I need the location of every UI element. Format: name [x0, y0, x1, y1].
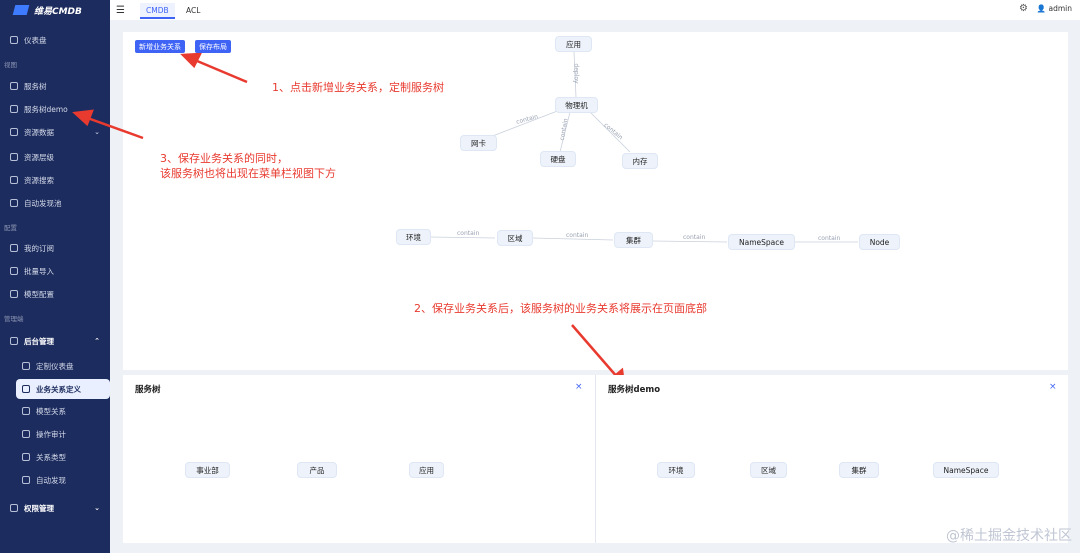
sidebar-item-custom-dashboard[interactable]: 定制仪表盘: [0, 356, 110, 376]
edge-label: contain: [457, 230, 480, 237]
graph-node[interactable]: NameSpace: [728, 234, 795, 250]
settings-icon[interactable]: ⚙: [1019, 3, 1028, 14]
sidebar-item-service-tree[interactable]: 服务树: [0, 76, 110, 96]
app-logo[interactable]: 维易CMDB: [0, 0, 110, 20]
graph-node[interactable]: 环境: [657, 462, 695, 478]
new-relation-button[interactable]: 新增业务关系: [135, 40, 185, 53]
tab-acl[interactable]: ACL: [180, 3, 206, 19]
graph-node[interactable]: 集群: [614, 232, 653, 248]
sidebar-item-backend-admin[interactable]: 后台管理 ⌃: [0, 331, 110, 351]
annotation-step-3-line-2: 该服务树也将出现在菜单栏视图下方: [160, 167, 336, 180]
import-icon: [10, 267, 18, 275]
graph-node[interactable]: 内存: [622, 153, 658, 169]
graph-node[interactable]: Node: [859, 234, 900, 250]
sidebar-item-auto-discovery-pool[interactable]: 自动发现池: [0, 193, 110, 213]
graph-node[interactable]: NameSpace: [933, 462, 999, 478]
logo-icon: [12, 5, 30, 15]
graph-node[interactable]: 集群: [839, 462, 879, 478]
dashboard-icon: [10, 36, 18, 44]
menu-fold-icon[interactable]: ☰: [116, 5, 125, 16]
sidebar-item-resource-hierarchy[interactable]: 资源层级: [0, 147, 110, 167]
sidebar-item-business-relation[interactable]: 业务关系定义: [16, 379, 110, 399]
close-icon[interactable]: ×: [1049, 382, 1057, 392]
search-icon: [10, 176, 18, 184]
annotation-step-1: 1、点击新增业务关系，定制服务树: [272, 81, 444, 94]
sidebar-item-model-relation[interactable]: 模型关系: [0, 401, 110, 421]
graph-node[interactable]: 网卡: [460, 135, 497, 151]
annotation-step-3-line-1: 3、保存业务关系的同时，: [160, 152, 288, 165]
user-icon: 👤: [1036, 4, 1047, 13]
sidebar-item-service-tree-demo[interactable]: 服务树demo: [0, 99, 110, 119]
tree-icon: [10, 82, 18, 90]
database-icon: [10, 128, 18, 136]
sidebar: 维易CMDB 仪表盘 视图 服务树 服务树demo 资源数据 ⌄ 资源层级 资源搜…: [0, 0, 110, 553]
discovery-icon: [22, 476, 30, 484]
layers-icon: [10, 153, 18, 161]
shield-icon: [10, 504, 18, 512]
gear-icon: [10, 337, 18, 345]
model-relation-icon: [22, 407, 30, 415]
dashboard-icon: [22, 362, 30, 370]
graph-node[interactable]: 物理机: [555, 97, 598, 113]
sidebar-item-resource-search[interactable]: 资源搜索: [0, 170, 110, 190]
graph-node[interactable]: 应用: [409, 462, 444, 478]
relation-canvas[interactable]: [123, 32, 1068, 370]
edge-label: contain: [683, 234, 706, 241]
sidebar-item-permissions[interactable]: 权限管理 ⌄: [0, 498, 110, 518]
graph-node[interactable]: 硬盘: [540, 151, 576, 167]
discovery-icon: [10, 199, 18, 207]
model-icon: [10, 290, 18, 298]
sidebar-item-subscriptions[interactable]: 我的订阅: [0, 238, 110, 258]
close-icon[interactable]: ×: [575, 382, 583, 392]
edge-label: contain: [566, 232, 589, 239]
sidebar-item-auto-discovery[interactable]: 自动发现: [0, 470, 110, 490]
tree-icon: [10, 105, 18, 113]
edge-label: deploy: [572, 63, 580, 84]
tab-cmdb[interactable]: CMDB: [140, 3, 175, 19]
relation-type-icon: [22, 453, 30, 461]
subscription-icon: [10, 244, 18, 252]
sidebar-item-model-config[interactable]: 模型配置: [0, 284, 110, 304]
graph-node[interactable]: 区域: [750, 462, 787, 478]
graph-node[interactable]: 环境: [396, 229, 431, 245]
sidebar-item-relation-type[interactable]: 关系类型: [0, 447, 110, 467]
graph-node[interactable]: 事业部: [185, 462, 230, 478]
relation-icon: [22, 385, 30, 393]
audit-icon: [22, 430, 30, 438]
graph-node[interactable]: 应用: [555, 36, 592, 52]
sidebar-item-audit[interactable]: 操作审计: [0, 424, 110, 444]
sidebar-group-view: 视图: [4, 61, 17, 69]
sidebar-item-resource-data[interactable]: 资源数据 ⌄: [0, 122, 110, 142]
graph-node[interactable]: 区域: [497, 230, 533, 246]
save-layout-button[interactable]: 保存布局: [195, 40, 231, 53]
panel-title: 服务树: [135, 385, 161, 395]
sidebar-group-config: 配置: [4, 224, 17, 232]
user-menu[interactable]: 👤 admin: [1037, 4, 1072, 13]
edge-label: contain: [818, 235, 841, 242]
panel-title: 服务树demo: [608, 385, 661, 395]
graph-node[interactable]: 产品: [297, 462, 337, 478]
chevron-down-icon: ⌄: [94, 504, 100, 512]
watermark: @稀土掘金技术社区: [946, 528, 1072, 544]
panel-divider: [595, 375, 596, 543]
chevron-up-icon: ⌃: [94, 337, 100, 345]
sidebar-item-dashboard[interactable]: 仪表盘: [0, 30, 110, 50]
annotation-step-2: 2、保存业务关系后，该服务树的业务关系将展示在页面底部: [414, 302, 707, 315]
chevron-down-icon: ⌄: [94, 128, 100, 136]
sidebar-item-batch-import[interactable]: 批量导入: [0, 261, 110, 281]
top-bar: ☰ CMDB ACL ⚙ 👤 admin: [110, 0, 1080, 20]
sidebar-group-admin: 管理端: [4, 315, 24, 323]
